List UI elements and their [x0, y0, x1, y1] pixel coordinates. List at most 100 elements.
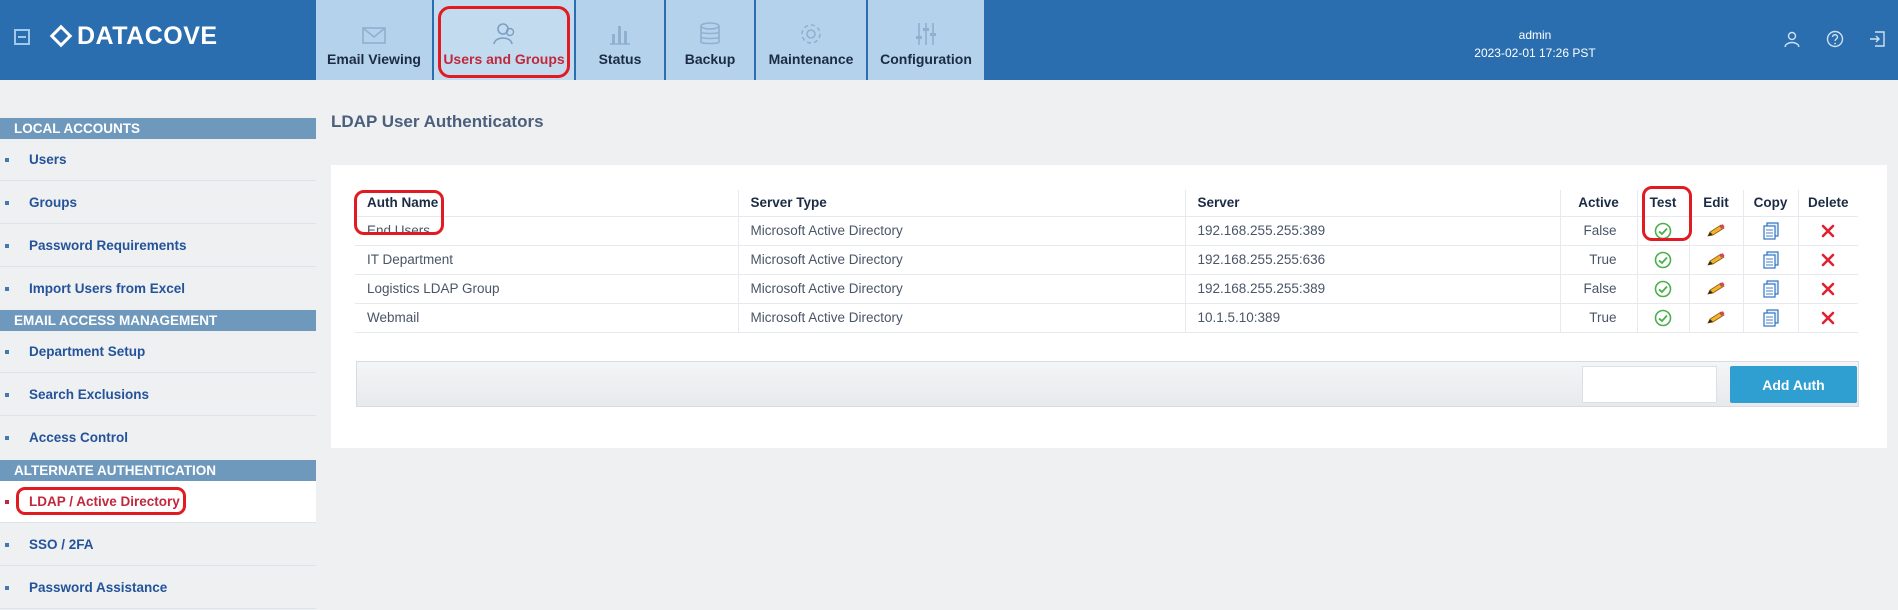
- section-alternate-authentication: ALTERNATE AUTHENTICATION: [0, 460, 316, 481]
- auth-table: Auth Name Server Type Server Active Test…: [355, 190, 1858, 333]
- edit-cell: [1689, 274, 1744, 304]
- sidebar-item-department-setup[interactable]: Department Setup: [0, 331, 316, 373]
- bullet-icon: [5, 543, 9, 547]
- users-icon: [493, 23, 515, 45]
- test-check-icon[interactable]: [1654, 222, 1672, 239]
- copy-cell: [1743, 274, 1799, 304]
- copy-icon[interactable]: [1762, 279, 1779, 298]
- sliders-icon: [916, 23, 936, 45]
- edit-cell: [1689, 245, 1744, 275]
- test-cell: [1637, 216, 1690, 246]
- bullet-icon: [5, 244, 9, 248]
- col-server-type[interactable]: Server Type: [738, 190, 1186, 217]
- sidebar-item-label: Access Control: [29, 430, 129, 445]
- copy-cell: [1743, 303, 1799, 333]
- table-row: Logistics LDAP Group Microsoft Active Dir…: [355, 274, 1858, 304]
- copy-icon[interactable]: [1762, 250, 1779, 269]
- delete-cell: [1798, 274, 1858, 304]
- delete-x-icon[interactable]: [1821, 281, 1835, 296]
- server-type-cell: Microsoft Active Directory: [738, 274, 1186, 304]
- col-server[interactable]: Server: [1185, 190, 1561, 217]
- bullet-icon: [5, 350, 9, 354]
- sidebar-item-users[interactable]: Users: [0, 139, 316, 181]
- help-icon[interactable]: [1826, 30, 1844, 48]
- test-cell: [1637, 245, 1690, 275]
- test-check-icon[interactable]: [1654, 251, 1672, 268]
- tab-users-and-groups[interactable]: Users and Groups: [434, 0, 576, 80]
- sidebar-item-ldap[interactable]: LDAP / Active Directory: [0, 481, 316, 523]
- active-cell: False: [1560, 274, 1638, 304]
- edit-pencil-icon[interactable]: [1706, 252, 1726, 267]
- tab-label: Backup: [684, 51, 736, 67]
- sidebar-item-import-users[interactable]: Import Users from Excel: [0, 268, 316, 310]
- test-check-icon[interactable]: [1654, 280, 1672, 297]
- logo-diamond-icon: [49, 24, 73, 48]
- main-tabs: Email Viewing Users and Groups Status Ba…: [316, 0, 986, 80]
- auth-name-cell[interactable]: Logistics LDAP Group: [355, 274, 739, 304]
- bullet-icon: [5, 158, 9, 162]
- username: admin: [1518, 28, 1552, 42]
- copy-icon[interactable]: [1762, 221, 1779, 240]
- new-auth-input[interactable]: [1582, 366, 1717, 403]
- bar-chart-icon: [610, 26, 630, 45]
- delete-x-icon[interactable]: [1821, 223, 1835, 238]
- active-cell: True: [1560, 303, 1638, 333]
- col-delete: Delete: [1798, 190, 1858, 217]
- add-auth-button[interactable]: Add Auth: [1730, 366, 1857, 403]
- auth-name-cell[interactable]: End Users: [355, 216, 739, 246]
- tab-label: Users and Groups: [443, 51, 565, 67]
- sidebar-item-label: Import Users from Excel: [29, 281, 186, 296]
- edit-pencil-icon[interactable]: [1706, 310, 1726, 325]
- logout-icon[interactable]: [1868, 30, 1886, 48]
- delete-cell: [1798, 216, 1858, 246]
- sidebar-item-password-requirements[interactable]: Password Requirements: [0, 225, 316, 267]
- test-check-icon[interactable]: [1654, 309, 1672, 326]
- bullet-icon: [5, 287, 9, 291]
- table-row: End Users Microsoft Active Directory 192.1…: [355, 216, 1858, 246]
- auth-name-cell[interactable]: IT Department: [355, 245, 739, 275]
- edit-cell: [1689, 303, 1744, 333]
- copy-cell: [1743, 245, 1799, 275]
- logo-area: DATACOVE: [0, 0, 316, 80]
- sidebar-item-label: SSO / 2FA: [29, 537, 94, 552]
- gear-icon: [801, 24, 821, 44]
- col-auth-name[interactable]: Auth Name: [355, 190, 739, 217]
- tab-backup[interactable]: Backup: [666, 0, 756, 80]
- tab-maintenance[interactable]: Maintenance: [756, 0, 868, 80]
- sidebar-item-sso-2fa[interactable]: SSO / 2FA: [0, 524, 316, 566]
- bullet-icon: [5, 586, 9, 590]
- test-cell: [1637, 303, 1690, 333]
- sidebar-item-groups[interactable]: Groups: [0, 182, 316, 224]
- col-active[interactable]: Active: [1560, 190, 1638, 217]
- collapse-menu-icon[interactable]: [14, 29, 30, 45]
- tab-configuration[interactable]: Configuration: [868, 0, 986, 80]
- sidebar-item-label: Password Requirements: [29, 238, 187, 253]
- sidebar-item-access-control[interactable]: Access Control: [0, 417, 316, 459]
- copy-icon[interactable]: [1762, 308, 1779, 327]
- app-header: DATACOVE Email Viewing Users and Groups …: [0, 0, 1898, 80]
- user-profile-icon[interactable]: [1783, 30, 1801, 48]
- brand-logo[interactable]: DATACOVE: [77, 22, 218, 51]
- delete-cell: [1798, 303, 1858, 333]
- sidebar-item-label: Department Setup: [29, 344, 146, 359]
- sidebar-item-label: Password Assistance: [29, 580, 168, 595]
- section-local-accounts: LOCAL ACCOUNTS: [0, 118, 316, 139]
- tab-status[interactable]: Status: [576, 0, 666, 80]
- delete-x-icon[interactable]: [1821, 252, 1835, 267]
- sidebar-item-password-assistance[interactable]: Password Assistance: [0, 567, 316, 609]
- bullet-icon: [5, 393, 9, 397]
- tab-label: Maintenance: [768, 51, 854, 67]
- envelope-icon: [362, 27, 386, 44]
- delete-x-icon[interactable]: [1821, 310, 1835, 325]
- user-info: admin 2023-02-01 17:26 PST: [1450, 26, 1620, 62]
- edit-cell: [1689, 216, 1744, 246]
- tab-email-viewing[interactable]: Email Viewing: [316, 0, 434, 80]
- current-datetime: 2023-02-01 17:26 PST: [1474, 46, 1596, 60]
- page-title: LDAP User Authenticators: [331, 112, 544, 131]
- sidebar-item-label: Search Exclusions: [29, 387, 150, 402]
- edit-pencil-icon[interactable]: [1706, 281, 1726, 296]
- edit-pencil-icon[interactable]: [1706, 223, 1726, 238]
- sidebar-item-search-exclusions[interactable]: Search Exclusions: [0, 374, 316, 416]
- auth-name-cell[interactable]: Webmail: [355, 303, 739, 333]
- active-cell: False: [1560, 216, 1638, 246]
